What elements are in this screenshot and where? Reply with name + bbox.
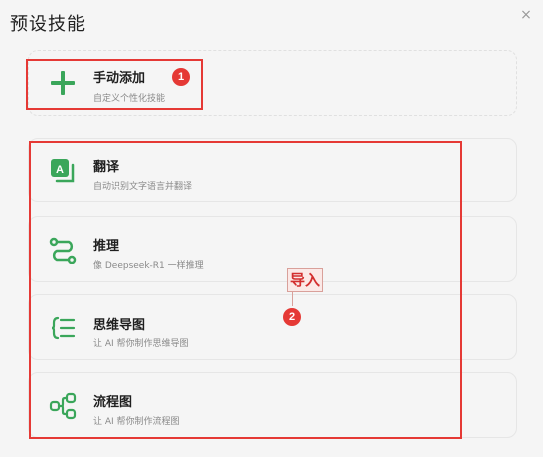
close-icon[interactable]: ×	[519, 8, 533, 22]
skill-name: 思维导图	[93, 318, 146, 333]
annotation-connector	[292, 292, 293, 306]
skill-card-mindmap[interactable]: 思维导图 让 AI 帮你制作思维导图	[28, 294, 517, 360]
skill-card-reasoning[interactable]: 推理 像 Deepseek-R1 一样推理	[28, 216, 517, 282]
skill-name: 翻译	[93, 160, 120, 175]
translate-icon: A	[49, 157, 77, 185]
dialog-title: 预设技能	[10, 14, 86, 35]
import-annotation-label: 导入	[287, 268, 324, 292]
skill-desc: 像 Deepseek-R1 一样推理	[93, 261, 204, 271]
reasoning-path-icon	[49, 236, 77, 264]
skill-name: 流程图	[93, 395, 133, 410]
skill-card-flowchart[interactable]: 流程图 让 AI 帮你制作流程图	[28, 372, 517, 438]
skill-desc: 让 AI 帮你制作思维导图	[93, 339, 189, 349]
skill-name: 推理	[93, 239, 120, 254]
skill-desc: 让 AI 帮你制作流程图	[93, 417, 180, 427]
plus-icon	[49, 69, 77, 97]
manual-add-desc: 自定义个性化技能	[93, 94, 166, 104]
skill-desc: 自动识别文字语言并翻译	[93, 182, 193, 192]
flowchart-icon	[49, 392, 77, 420]
step-badge-2: 2	[283, 308, 301, 326]
preset-skills-dialog: 预设技能 × 手动添加 自定义个性化技能 A 翻译 自动识别文字语言并翻译 推理…	[0, 0, 543, 457]
manual-add-card[interactable]: 手动添加 自定义个性化技能	[28, 50, 517, 116]
mindmap-icon	[49, 314, 77, 342]
svg-text:A: A	[56, 164, 64, 176]
step-badge-1: 1	[172, 68, 190, 86]
skill-card-translate[interactable]: A 翻译 自动识别文字语言并翻译	[28, 138, 517, 202]
manual-add-label: 手动添加	[93, 71, 146, 86]
